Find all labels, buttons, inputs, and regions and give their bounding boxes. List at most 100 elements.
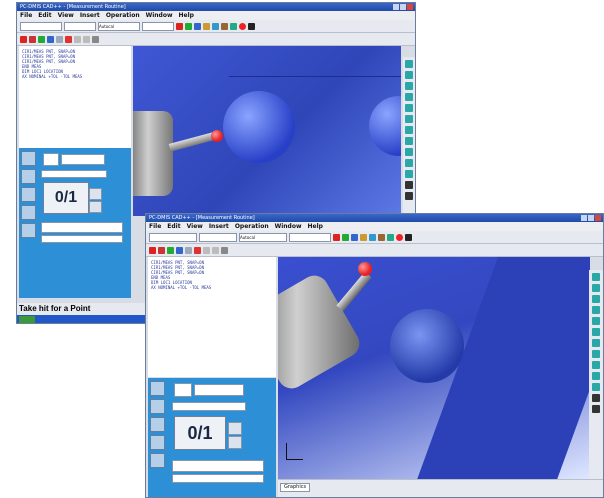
tip-combo[interactable]: Autocal bbox=[98, 21, 140, 31]
tip-combo[interactable]: Autocal bbox=[239, 232, 287, 242]
minus-button[interactable] bbox=[89, 201, 102, 213]
menu-window[interactable]: Window bbox=[146, 12, 173, 19]
view-icon[interactable] bbox=[221, 246, 228, 254]
zoom-icon[interactable] bbox=[203, 246, 210, 254]
toolbox-button[interactable] bbox=[174, 383, 192, 397]
view-icon[interactable] bbox=[405, 170, 413, 178]
view-icon[interactable] bbox=[592, 284, 600, 292]
plane-icon[interactable] bbox=[351, 233, 358, 241]
tab-graphics[interactable]: Graphics bbox=[280, 483, 311, 492]
save-icon[interactable] bbox=[221, 22, 228, 30]
grid-icon[interactable] bbox=[47, 35, 54, 43]
red-icon[interactable] bbox=[20, 35, 27, 43]
plus-button[interactable] bbox=[89, 188, 102, 200]
probe-combo[interactable] bbox=[199, 232, 237, 242]
maximize-button[interactable] bbox=[588, 215, 594, 221]
menu-file[interactable]: File bbox=[149, 223, 161, 230]
toolbox-field[interactable] bbox=[61, 154, 105, 165]
view-icon[interactable] bbox=[592, 273, 600, 281]
view-icon[interactable] bbox=[405, 60, 413, 68]
stop-icon[interactable] bbox=[239, 22, 246, 30]
view-icon[interactable] bbox=[592, 339, 600, 347]
toolbox-combo[interactable] bbox=[172, 402, 246, 411]
menu-view[interactable]: View bbox=[187, 223, 203, 230]
plane-icon[interactable] bbox=[194, 22, 201, 30]
view-icon[interactable] bbox=[592, 361, 600, 369]
menu-insert[interactable]: Insert bbox=[80, 12, 100, 19]
view-icon[interactable] bbox=[405, 148, 413, 156]
probe-icon[interactable] bbox=[150, 381, 165, 396]
probe-icon[interactable] bbox=[176, 22, 183, 30]
view-icon[interactable] bbox=[405, 159, 413, 167]
delete-icon[interactable] bbox=[194, 246, 201, 254]
arrow-icon[interactable] bbox=[185, 246, 192, 254]
toolbox-field[interactable] bbox=[41, 222, 123, 233]
maximize-button[interactable] bbox=[400, 4, 406, 10]
view-icon[interactable] bbox=[592, 328, 600, 336]
minimize-button[interactable] bbox=[393, 4, 399, 10]
view-icon[interactable] bbox=[405, 104, 413, 112]
view-icon[interactable] bbox=[405, 137, 413, 145]
view-icon[interactable] bbox=[592, 372, 600, 380]
red-icon[interactable] bbox=[149, 246, 156, 254]
cylinder-icon[interactable] bbox=[21, 223, 36, 238]
menu-window[interactable]: Window bbox=[275, 223, 302, 230]
probe-combo[interactable] bbox=[64, 21, 96, 31]
minus-button[interactable] bbox=[228, 436, 242, 449]
measure-icon[interactable] bbox=[185, 22, 192, 30]
view-icon[interactable] bbox=[592, 317, 600, 325]
measure-icon[interactable] bbox=[150, 399, 165, 414]
view-icon[interactable] bbox=[592, 405, 600, 413]
pan-icon[interactable] bbox=[83, 35, 90, 43]
units-combo[interactable] bbox=[20, 21, 62, 31]
menu-view[interactable]: View bbox=[58, 12, 74, 19]
pan-icon[interactable] bbox=[212, 246, 219, 254]
cylinder-icon[interactable] bbox=[212, 22, 219, 30]
stop-icon[interactable] bbox=[396, 233, 403, 241]
menu-operation[interactable]: Operation bbox=[235, 223, 269, 230]
zoom-icon[interactable] bbox=[74, 35, 81, 43]
circle-icon[interactable] bbox=[150, 435, 165, 450]
units-combo[interactable] bbox=[149, 232, 197, 242]
toolbox-field[interactable] bbox=[172, 460, 264, 472]
toolbox-field[interactable] bbox=[194, 384, 244, 396]
start-button[interactable] bbox=[19, 316, 35, 323]
delete-icon[interactable] bbox=[65, 35, 72, 43]
view-combo[interactable] bbox=[289, 232, 331, 242]
menu-help[interactable]: Help bbox=[179, 12, 194, 19]
toolbox-field[interactable] bbox=[172, 474, 264, 483]
check-icon[interactable] bbox=[38, 35, 45, 43]
menu-file[interactable]: File bbox=[20, 12, 32, 19]
circle-icon[interactable] bbox=[360, 233, 367, 241]
view-icon[interactable] bbox=[592, 394, 600, 402]
toolbox-button[interactable] bbox=[43, 153, 59, 166]
plus-button[interactable] bbox=[228, 422, 242, 435]
view-icon[interactable] bbox=[405, 71, 413, 79]
toolbox-field[interactable] bbox=[41, 235, 123, 243]
plane-icon[interactable] bbox=[150, 417, 165, 432]
measure-icon[interactable] bbox=[342, 233, 349, 241]
rotate-icon[interactable] bbox=[248, 22, 255, 30]
view-icon[interactable] bbox=[405, 192, 413, 200]
view-icon[interactable] bbox=[92, 35, 99, 43]
print-icon[interactable] bbox=[230, 22, 237, 30]
target-icon[interactable] bbox=[29, 35, 36, 43]
arrow-icon[interactable] bbox=[56, 35, 63, 43]
print-icon[interactable] bbox=[387, 233, 394, 241]
cad-viewport-front[interactable] bbox=[278, 257, 590, 479]
menu-edit[interactable]: Edit bbox=[38, 12, 51, 19]
close-button[interactable] bbox=[595, 215, 601, 221]
view-icon[interactable] bbox=[592, 350, 600, 358]
cylinder-icon[interactable] bbox=[150, 453, 165, 468]
view-icon[interactable] bbox=[405, 82, 413, 90]
view-combo[interactable] bbox=[142, 21, 174, 31]
toolbox-combo[interactable] bbox=[41, 170, 107, 178]
view-icon[interactable] bbox=[405, 126, 413, 134]
circle-icon[interactable] bbox=[203, 22, 210, 30]
menu-help[interactable]: Help bbox=[308, 223, 323, 230]
check-icon[interactable] bbox=[167, 246, 174, 254]
view-icon[interactable] bbox=[405, 93, 413, 101]
menu-operation[interactable]: Operation bbox=[106, 12, 140, 19]
target-icon[interactable] bbox=[158, 246, 165, 254]
edit-window[interactable]: CIR1/MEAS PNT, SNAP=ON CIR1/MEAS PNT, SN… bbox=[19, 46, 131, 148]
